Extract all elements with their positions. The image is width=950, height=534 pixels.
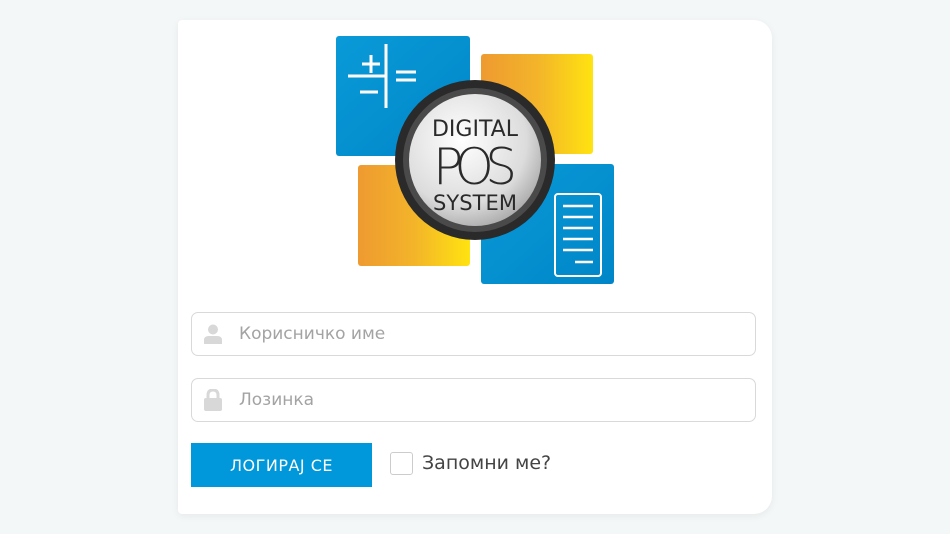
remember-me-label[interactable]: Запомни ме? <box>422 452 551 474</box>
lock-icon <box>203 389 223 411</box>
password-input[interactable] <box>237 389 755 411</box>
username-field[interactable] <box>191 312 756 356</box>
digital-pos-logo: DIGITAL POS SYSTEM <box>336 36 614 284</box>
login-card: DIGITAL POS SYSTEM ЛОГИРАЈ СЕ Запомни ме… <box>178 20 772 514</box>
password-field[interactable] <box>191 378 756 422</box>
logo-text-pos: POS <box>433 138 517 196</box>
username-input[interactable] <box>237 323 755 345</box>
login-button[interactable]: ЛОГИРАЈ СЕ <box>191 443 372 487</box>
logo-text-system: SYSTEM <box>433 191 517 215</box>
remember-me-checkbox[interactable] <box>390 452 413 475</box>
user-icon <box>203 323 223 345</box>
